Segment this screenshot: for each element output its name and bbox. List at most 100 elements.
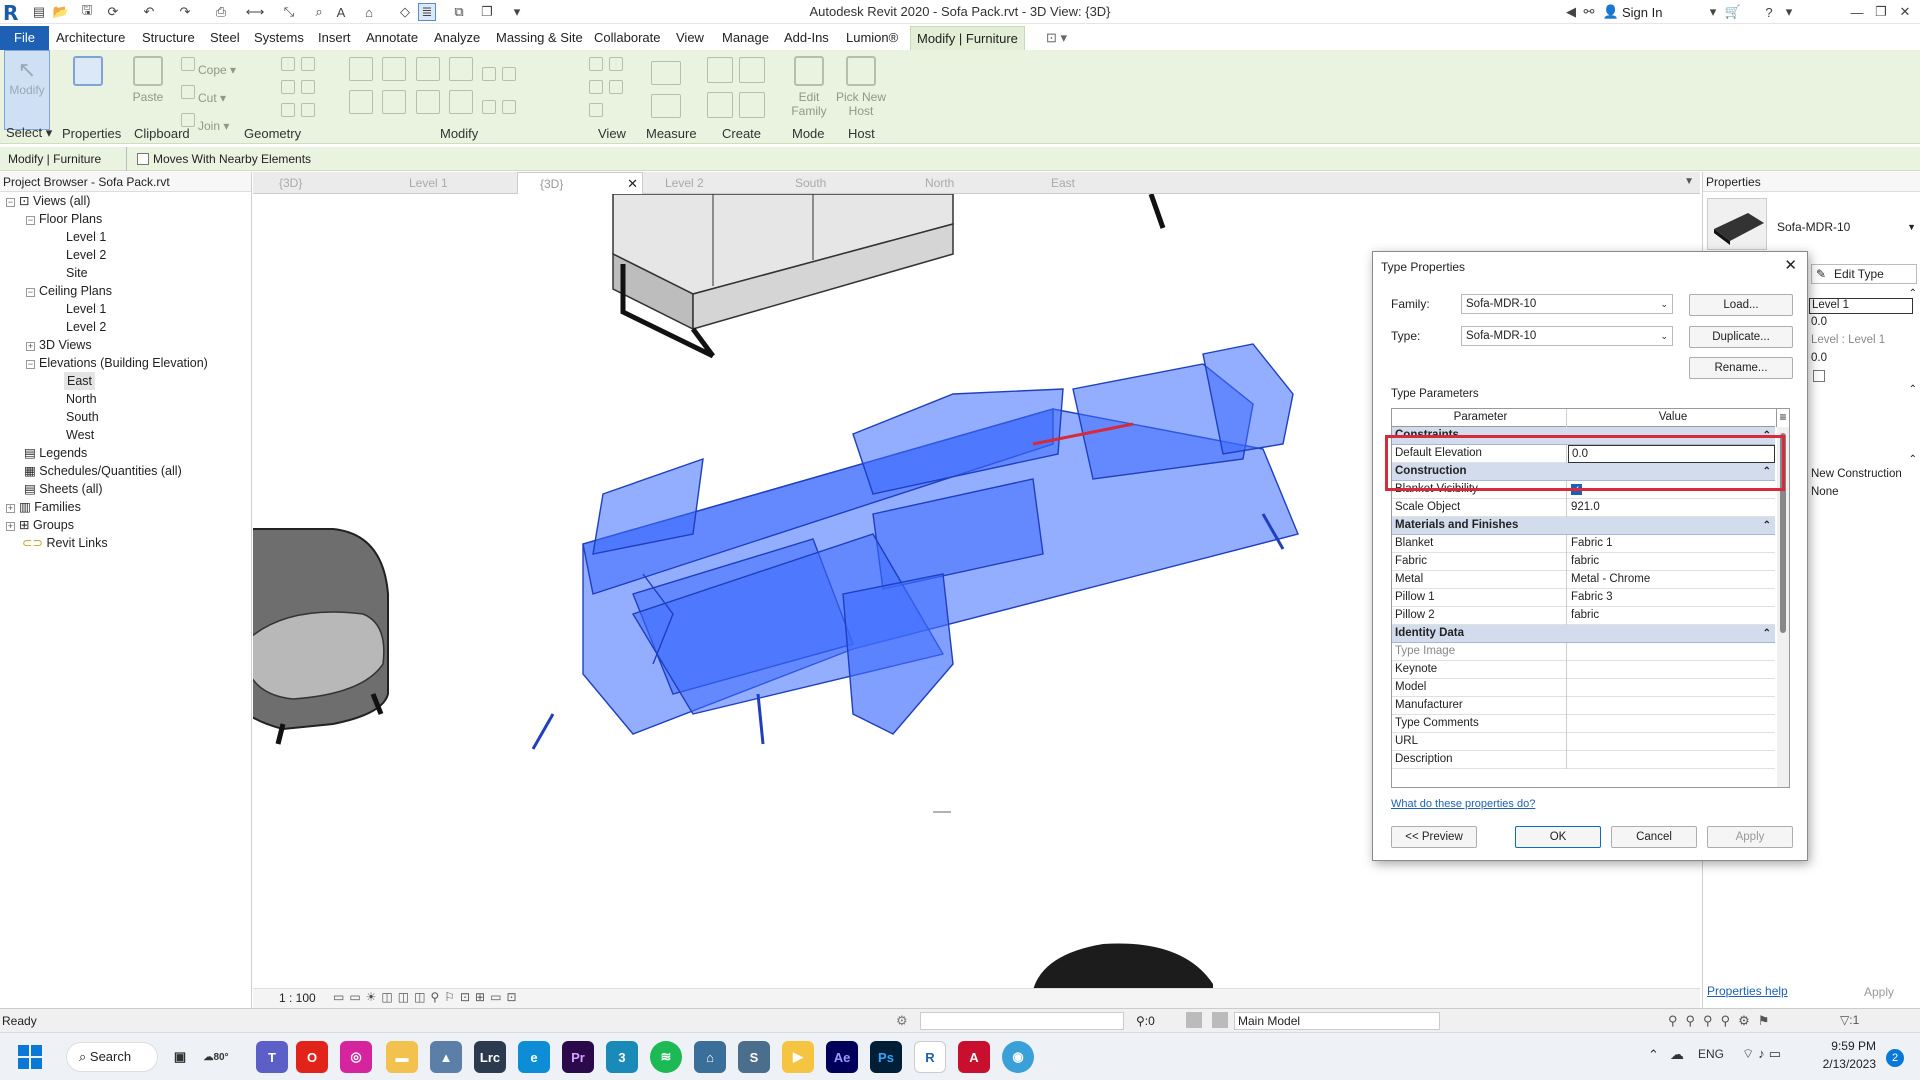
modify-button[interactable]: ↖ Modify (4, 50, 50, 130)
mirror-draw-icon[interactable] (449, 57, 474, 81)
clock-time[interactable]: 9:59 PM (1822, 1039, 1876, 1053)
weather-icon[interactable]: ☁ 80° (200, 1041, 232, 1073)
media-player-icon[interactable]: ▶ (782, 1041, 814, 1073)
tree-node[interactable]: Site (66, 264, 88, 282)
sketchup-icon[interactable]: S (738, 1041, 770, 1073)
elevation-value[interactable]: 0.0 (1811, 316, 1827, 328)
duplicate-button[interactable]: Duplicate... (1689, 326, 1793, 348)
close-tab-icon[interactable]: ✕ (627, 173, 638, 195)
cancel-button[interactable]: Cancel (1611, 826, 1697, 848)
trim-icon[interactable] (449, 90, 474, 114)
notification-badge[interactable]: 2 (1886, 1049, 1904, 1067)
geometry-tool-icon[interactable] (281, 103, 295, 117)
grey-sofa-model[interactable] (612, 194, 1166, 359)
tab-architecture[interactable]: Architecture (50, 26, 131, 50)
properties-apply-button[interactable]: Apply (1843, 982, 1915, 1002)
tree-node[interactable]: Level 2 (66, 246, 106, 264)
offset-value[interactable]: 0.0 (1811, 352, 1827, 364)
tab-lumion[interactable]: Lumion® (840, 26, 904, 50)
cope-button[interactable]: Cope ▾ (178, 54, 236, 82)
minimize-icon[interactable]: — (1848, 3, 1866, 21)
parameter-value[interactable]: fabric (1568, 553, 1775, 571)
type-selector-dropdown-icon[interactable]: ▼ (1907, 222, 1916, 232)
split-icon[interactable] (482, 67, 497, 81)
grid-row[interactable]: Description (1392, 751, 1775, 769)
workset-select[interactable] (920, 1012, 1124, 1030)
teams-icon[interactable]: T (256, 1041, 288, 1073)
view-control-icons[interactable]: ▭▭☀◫◫◫⚲⚐⊡⊞▭⊡ (333, 990, 522, 1004)
tree-node[interactable]: + ▥ Families (6, 498, 81, 516)
phase-demolished-value[interactable]: None (1811, 486, 1839, 498)
binoculars-icon[interactable]: ⚯ (1580, 3, 1598, 21)
parameter-value[interactable]: Fabric 3 (1568, 589, 1775, 607)
geometry-tool-icon[interactable] (301, 103, 315, 117)
editing-requests[interactable]: ⚲:0 (1136, 1014, 1155, 1028)
instagram-icon[interactable]: ◎ (340, 1041, 372, 1073)
tree-node[interactable]: − Elevations (Building Elevation) (26, 354, 208, 372)
parameter-value[interactable] (1568, 679, 1775, 697)
spotify-icon[interactable]: ≋ (650, 1041, 682, 1073)
parameter-value[interactable] (1568, 733, 1775, 751)
tray-chevron-icon[interactable]: ⌃ (1648, 1047, 1659, 1063)
globe-app-icon[interactable]: ◉ (1002, 1041, 1034, 1073)
tab-collaborate[interactable]: Collaborate (588, 26, 667, 50)
view-tab[interactable]: North (903, 172, 1029, 194)
hide-icon[interactable] (589, 57, 603, 71)
grid-row[interactable]: Fabric fabric (1392, 553, 1775, 571)
ok-button[interactable]: OK (1515, 826, 1601, 848)
grid-row[interactable]: Metal Metal - Chrome (1392, 571, 1775, 589)
properties-help-link[interactable]: Properties help (1707, 984, 1788, 998)
grid-row[interactable]: Pillow 2 fabric (1392, 607, 1775, 625)
dialog-close-icon[interactable]: ✕ (1784, 256, 1797, 274)
tab-view[interactable]: View (670, 26, 710, 50)
lumion-icon[interactable]: ⌂ (694, 1041, 726, 1073)
align-icon[interactable] (349, 57, 373, 81)
tab-file[interactable]: File (0, 26, 49, 50)
parameter-value[interactable]: 921.0 (1568, 499, 1775, 517)
collapse-section-icon[interactable]: ⌃ (1763, 517, 1771, 534)
create-assembly-icon[interactable] (739, 57, 765, 83)
parameter-value[interactable] (1568, 715, 1775, 733)
tree-node[interactable]: Level 1 (66, 300, 106, 318)
edge-icon[interactable]: e (518, 1041, 550, 1073)
load-button[interactable]: Load... (1689, 294, 1793, 316)
tree-node[interactable]: ⊂⊃ Revit Links (22, 534, 108, 552)
tab-structure[interactable]: Structure (136, 26, 201, 50)
view-tab[interactable]: East (1029, 172, 1159, 194)
tab-manage[interactable]: Manage (716, 26, 775, 50)
design-option-select[interactable]: Main Model (1234, 1012, 1440, 1030)
phase-created-value[interactable]: New Construction (1811, 468, 1902, 480)
moves-with-checkbox[interactable] (137, 153, 149, 165)
rotate-icon[interactable] (415, 90, 440, 114)
rename-button[interactable]: Rename... (1689, 357, 1793, 379)
create-part-icon[interactable] (707, 57, 733, 83)
grid-row[interactable]: Manufacturer (1392, 697, 1775, 715)
dropdown-icon[interactable]: ▾ (1704, 3, 1722, 21)
edit-type-button[interactable]: ✎ Edit Type (1811, 264, 1917, 284)
tab-massing-site[interactable]: Massing & Site (490, 26, 589, 50)
view-tab[interactable]: Level 2 (643, 172, 773, 194)
tree-node[interactable]: − Ceiling Plans (26, 282, 112, 300)
tree-node[interactable]: West (66, 426, 94, 444)
grid-section-header[interactable]: Materials and Finishes ⌃ (1392, 517, 1775, 535)
move-icon[interactable] (349, 90, 373, 114)
measure-icon[interactable] (651, 61, 681, 85)
design-options-icon[interactable] (1186, 1012, 1202, 1028)
tree-node[interactable]: Level 2 (66, 318, 106, 336)
grid-row[interactable]: Blanket Fabric 1 (1392, 535, 1775, 553)
grid-row[interactable]: Scale Object 921.0 (1392, 499, 1775, 517)
start-icon[interactable] (18, 1045, 42, 1069)
back-icon[interactable]: ◀ (1562, 3, 1580, 21)
grid-row[interactable]: Pillow 1 Fabric 3 (1392, 589, 1775, 607)
restore-icon[interactable]: ❐ (1872, 3, 1890, 21)
view-tab[interactable]: South (773, 172, 903, 194)
tab-steel[interactable]: Steel (204, 26, 246, 50)
paste-button[interactable]: Paste (128, 50, 168, 130)
cart-icon[interactable]: 🛒 (1724, 3, 1742, 21)
3ds-max-icon[interactable]: 3 (606, 1041, 638, 1073)
language-indicator[interactable]: ENG (1698, 1047, 1724, 1061)
pin-icon[interactable] (502, 67, 517, 81)
array-icon[interactable] (482, 100, 497, 114)
family-select[interactable]: Sofa-MDR-10 ⌄ (1461, 294, 1673, 314)
tree-node[interactable]: North (66, 390, 97, 408)
